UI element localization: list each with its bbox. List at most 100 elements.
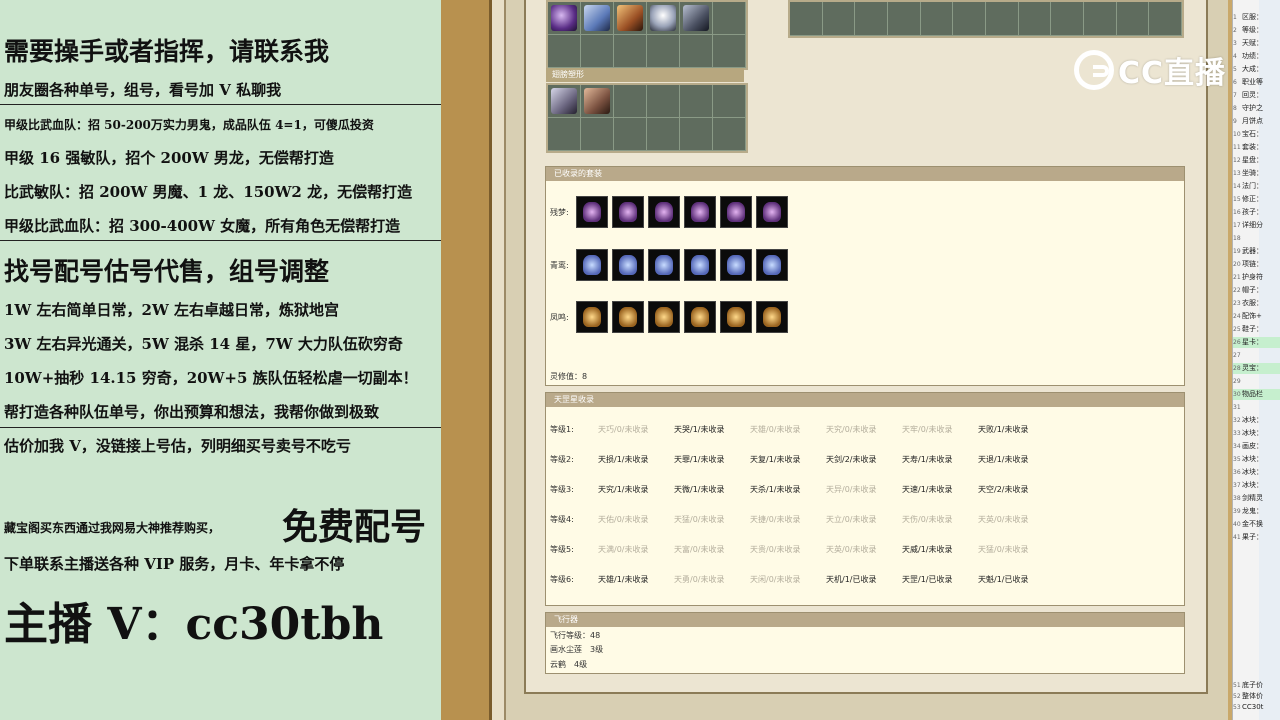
item-slot[interactable] bbox=[713, 35, 746, 68]
item-slot[interactable] bbox=[888, 2, 921, 36]
costume-icon[interactable] bbox=[612, 196, 644, 228]
sheet-row[interactable]: 13坐骑： bbox=[1233, 168, 1280, 179]
sheet-row[interactable]: 32冰块： bbox=[1233, 415, 1280, 426]
sheet-row[interactable]: 52整体价 bbox=[1233, 691, 1280, 702]
item-slot[interactable] bbox=[680, 35, 713, 68]
costume-icon[interactable] bbox=[756, 301, 788, 333]
sheet-row[interactable]: 29 bbox=[1233, 376, 1280, 387]
sheet-row[interactable]: 17详细分 bbox=[1233, 220, 1280, 231]
sheet-row[interactable]: 40金不换 bbox=[1233, 519, 1280, 530]
costume-icon[interactable] bbox=[648, 196, 680, 228]
costume-icon[interactable] bbox=[576, 249, 608, 281]
sheet-row[interactable]: 20项链： bbox=[1233, 259, 1280, 270]
item-slot[interactable] bbox=[647, 118, 680, 151]
item-slot[interactable] bbox=[581, 2, 614, 35]
item-slot[interactable] bbox=[548, 118, 581, 151]
item-slot[interactable] bbox=[614, 85, 647, 118]
costume-icon[interactable] bbox=[720, 196, 752, 228]
item-slot[interactable] bbox=[581, 85, 614, 118]
sheet-row[interactable]: 37冰块： bbox=[1233, 480, 1280, 491]
sheet-row[interactable]: 30物品栏 bbox=[1233, 389, 1280, 400]
costume-icon[interactable] bbox=[576, 196, 608, 228]
item-slot[interactable] bbox=[581, 118, 614, 151]
sheet-row[interactable]: 21护身符 bbox=[1233, 272, 1280, 283]
sheet-row[interactable]: 4 功绩： bbox=[1233, 51, 1280, 62]
item-slot[interactable] bbox=[548, 2, 581, 35]
item-slot[interactable] bbox=[680, 85, 713, 118]
item-slot[interactable] bbox=[986, 2, 1019, 36]
item-slot[interactable] bbox=[920, 2, 954, 36]
item-slot[interactable] bbox=[1051, 2, 1084, 36]
sheet-row[interactable]: 11套装： bbox=[1233, 142, 1280, 153]
item-slot[interactable] bbox=[548, 35, 581, 68]
sheet-row[interactable]: 34画皮： bbox=[1233, 441, 1280, 452]
costume-icon[interactable] bbox=[648, 301, 680, 333]
costume-icon[interactable] bbox=[612, 249, 644, 281]
sheet-row[interactable]: 18 bbox=[1233, 233, 1280, 244]
sheet-row[interactable]: 15修正： bbox=[1233, 194, 1280, 205]
sheet-row[interactable]: 36冰块： bbox=[1233, 467, 1280, 478]
item-slot[interactable] bbox=[713, 2, 746, 35]
sheet-row[interactable]: 19武器： bbox=[1233, 246, 1280, 257]
costume-icon[interactable] bbox=[720, 249, 752, 281]
sheet-row[interactable]: 12星盘： bbox=[1233, 155, 1280, 166]
sheet-row[interactable]: 28灵宝： bbox=[1233, 363, 1280, 374]
item-slot[interactable] bbox=[647, 2, 680, 35]
item-slot[interactable] bbox=[1084, 2, 1117, 36]
item-slot[interactable] bbox=[680, 118, 713, 151]
item-slot[interactable] bbox=[614, 118, 647, 151]
sheet-row[interactable]: 5 大成： bbox=[1233, 64, 1280, 75]
item-slot[interactable] bbox=[1018, 2, 1052, 36]
item-slot[interactable] bbox=[581, 35, 614, 68]
sheet-row[interactable]: 25鞋子： bbox=[1233, 324, 1280, 335]
sheet-row[interactable]: 27 bbox=[1233, 350, 1280, 361]
item-slot[interactable] bbox=[855, 2, 888, 36]
sheet-row[interactable]: 51底子价 bbox=[1233, 680, 1280, 691]
item-slot[interactable] bbox=[614, 2, 647, 35]
item-slot[interactable] bbox=[790, 2, 823, 36]
logo-text: CC直播 bbox=[1118, 56, 1227, 91]
sheet-row[interactable]: 3 天赋： bbox=[1233, 38, 1280, 49]
costume-icon[interactable] bbox=[684, 196, 716, 228]
sheet-row[interactable]: 1 区服： bbox=[1233, 12, 1280, 23]
sheet-row[interactable]: 10宝石： bbox=[1233, 129, 1280, 140]
item-slot[interactable] bbox=[1116, 2, 1150, 36]
costume-icon[interactable] bbox=[612, 301, 644, 333]
costume-icon[interactable] bbox=[756, 196, 788, 228]
sheet-row[interactable]: 22帽子： bbox=[1233, 285, 1280, 296]
sheet-row[interactable]: 14法门： bbox=[1233, 181, 1280, 192]
item-slot[interactable] bbox=[647, 85, 680, 118]
sheet-row[interactable]: 16孩子： bbox=[1233, 207, 1280, 218]
star-entry: 天英/0/未收录 bbox=[826, 545, 877, 554]
item-slot[interactable] bbox=[614, 35, 647, 68]
sheet-row[interactable]: 41果子： bbox=[1233, 532, 1280, 543]
sheet-row[interactable]: 2 等级： bbox=[1233, 25, 1280, 36]
item-slot[interactable] bbox=[713, 85, 746, 118]
item-slot[interactable] bbox=[1149, 2, 1182, 36]
sheet-row[interactable]: 26星卡： bbox=[1233, 337, 1280, 348]
sheet-row[interactable]: 39龙鬼： bbox=[1233, 506, 1280, 517]
sheet-row[interactable]: 38剑精灵 bbox=[1233, 493, 1280, 504]
item-slot[interactable] bbox=[548, 85, 581, 118]
sheet-row[interactable]: 9 月饼点 bbox=[1233, 116, 1280, 127]
item-slot[interactable] bbox=[822, 2, 856, 36]
sheet-row[interactable]: 35冰块： bbox=[1233, 454, 1280, 465]
item-slot[interactable] bbox=[713, 118, 746, 151]
costume-icon[interactable] bbox=[684, 249, 716, 281]
sheet-row[interactable]: 23衣服： bbox=[1233, 298, 1280, 309]
item-slot[interactable] bbox=[953, 2, 986, 36]
sheet-row[interactable]: 33冰块： bbox=[1233, 428, 1280, 439]
sheet-row[interactable]: 6 职业等 bbox=[1233, 77, 1280, 88]
costume-icon[interactable] bbox=[684, 301, 716, 333]
sheet-row[interactable]: 31 bbox=[1233, 402, 1280, 413]
costume-icon[interactable] bbox=[720, 301, 752, 333]
sheet-row[interactable]: 8 守护之 bbox=[1233, 103, 1280, 114]
item-slot[interactable] bbox=[680, 2, 713, 35]
costume-icon[interactable] bbox=[648, 249, 680, 281]
sheet-row[interactable]: 24配饰+ bbox=[1233, 311, 1280, 322]
sheet-row[interactable]: 53CC30t bbox=[1233, 702, 1280, 713]
costume-icon[interactable] bbox=[756, 249, 788, 281]
item-slot[interactable] bbox=[647, 35, 680, 68]
sheet-row[interactable]: 7 回灵： bbox=[1233, 90, 1280, 101]
costume-icon[interactable] bbox=[576, 301, 608, 333]
